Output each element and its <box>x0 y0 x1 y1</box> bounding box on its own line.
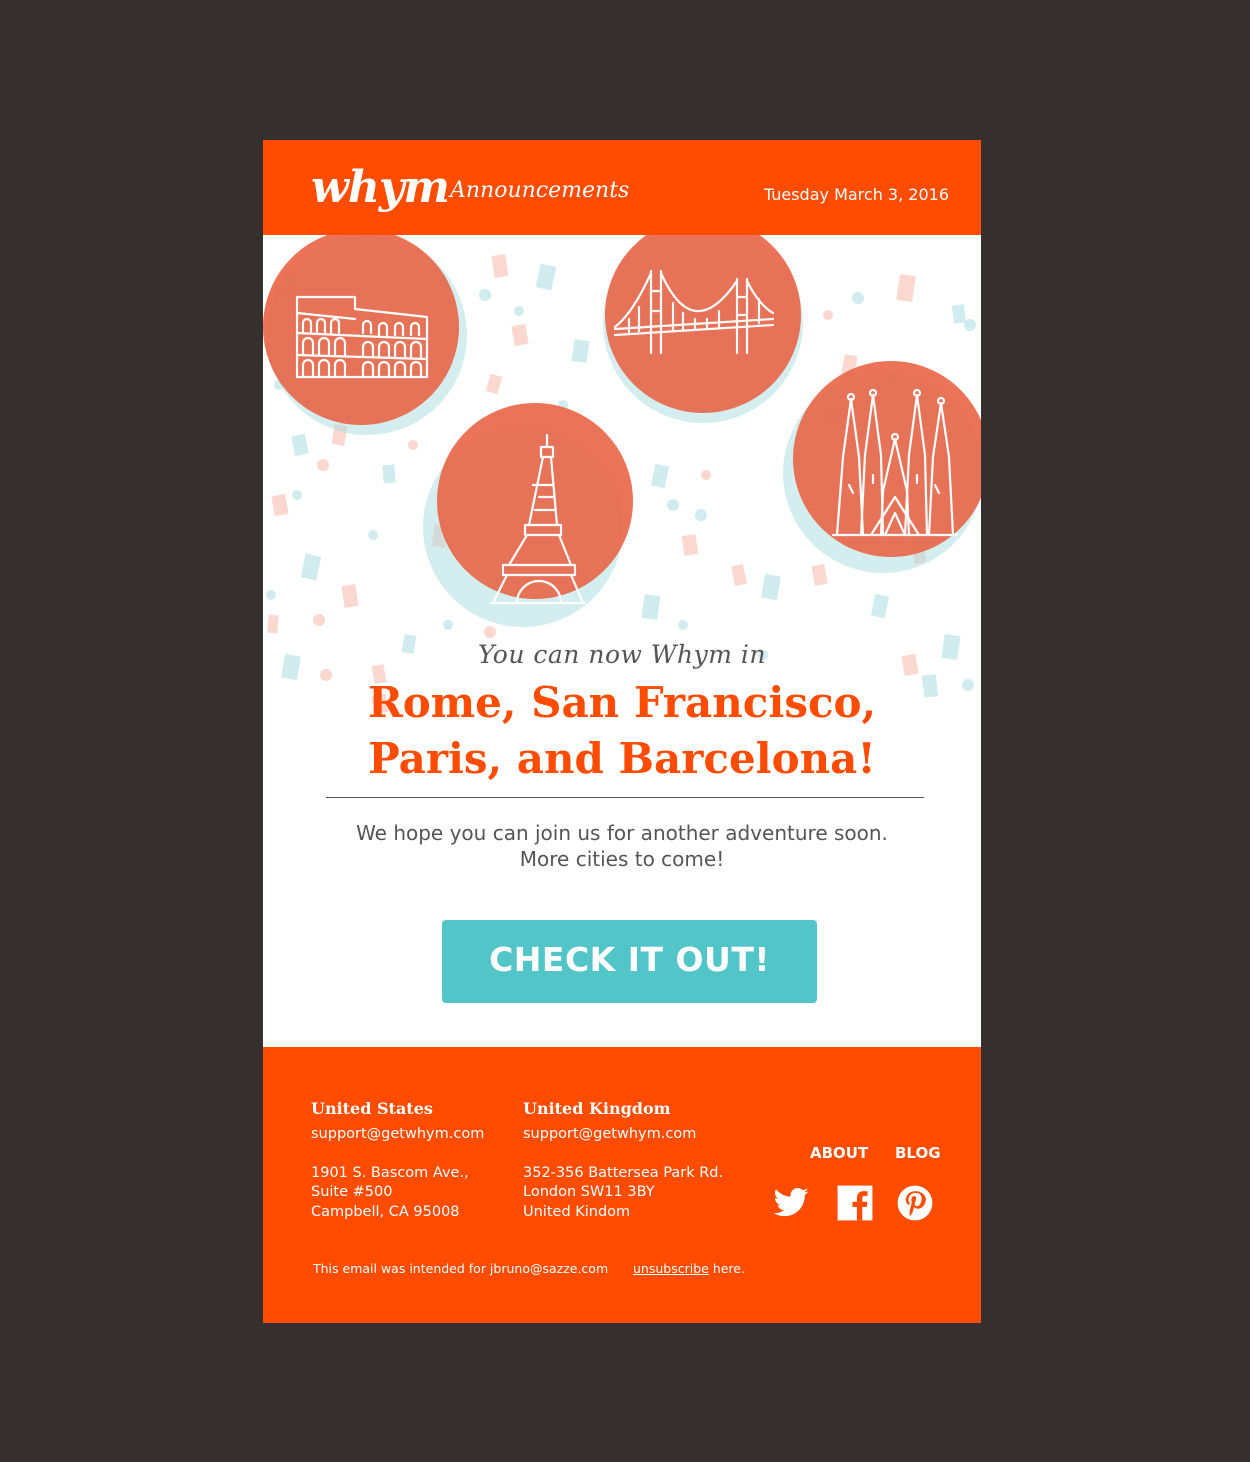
body-line-1: We hope you can join us for another adve… <box>356 821 888 845</box>
rome-circle <box>263 235 467 435</box>
headline-line-1: Rome, San Francisco, <box>367 678 877 727</box>
blog-link[interactable]: BLOG <box>895 1144 941 1162</box>
us-support-email-link[interactable]: support@getwhym.com <box>311 1125 484 1145</box>
divider <box>326 797 924 798</box>
barcelona-circle <box>783 361 981 573</box>
intro-text: You can now Whym in <box>477 640 767 669</box>
body-line-2: More cities to come! <box>519 847 725 871</box>
san-francisco-circle <box>603 235 803 423</box>
uk-support-email-link[interactable]: support@getwhym.com <box>523 1125 723 1145</box>
twitter-icon[interactable] <box>772 1184 810 1222</box>
email-container: whym Announcements Tuesday March 3, 2016 <box>263 140 981 1323</box>
us-title: United States <box>311 1099 433 1118</box>
check-it-out-button[interactable]: CHECK IT OUT! <box>442 920 817 1003</box>
us-address-line-3: Campbell, CA 95008 <box>311 1203 460 1220</box>
headline: Rome, San Francisco, Paris, and Barcelon… <box>303 675 941 787</box>
facebook-icon[interactable] <box>836 1184 874 1222</box>
header-date: Tuesday March 3, 2016 <box>763 185 949 204</box>
unsubscribe-link[interactable]: unsubscribe <box>633 1261 709 1276</box>
intended-recipient-note: This email was intended for jbruno@sazze… <box>313 1261 609 1276</box>
us-address-line-1: 1901 S. Bascom Ave., <box>311 1164 469 1181</box>
unsubscribe-note: unsubscribe here. <box>633 1261 745 1276</box>
uk-address-line-2: London SW11 3BY <box>523 1184 655 1200</box>
us-address-line-2: Suite #500 <box>311 1184 393 1200</box>
uk-address-line-3: United Kindom <box>523 1203 631 1220</box>
paris-circle <box>423 403 633 627</box>
email-footer: United States support@getwhym.com 1901 S… <box>263 1047 981 1323</box>
whym-logo[interactable]: whym <box>311 166 450 210</box>
header-subtitle: Announcements <box>450 178 630 203</box>
headline-line-2: Paris, and Barcelona! <box>368 734 876 783</box>
uk-title: United Kingdom <box>523 1099 671 1118</box>
pinterest-icon[interactable] <box>896 1184 934 1222</box>
body-text: We hope you can join us for another adve… <box>263 820 981 872</box>
about-link[interactable]: ABOUT <box>810 1144 868 1162</box>
uk-contact-column: United Kingdom support@getwhym.com 352-3… <box>523 1099 723 1222</box>
facebook-glyph <box>837 1185 873 1221</box>
email-header: whym Announcements Tuesday March 3, 2016 <box>263 140 981 235</box>
unsubscribe-suffix: here. <box>708 1261 745 1276</box>
uk-address-line-1: 352-356 Battersea Park Rd. <box>523 1164 724 1181</box>
twitter-glyph <box>773 1187 809 1217</box>
pinterest-glyph <box>897 1185 933 1221</box>
us-contact-column: United States support@getwhym.com 1901 S… <box>311 1099 484 1222</box>
